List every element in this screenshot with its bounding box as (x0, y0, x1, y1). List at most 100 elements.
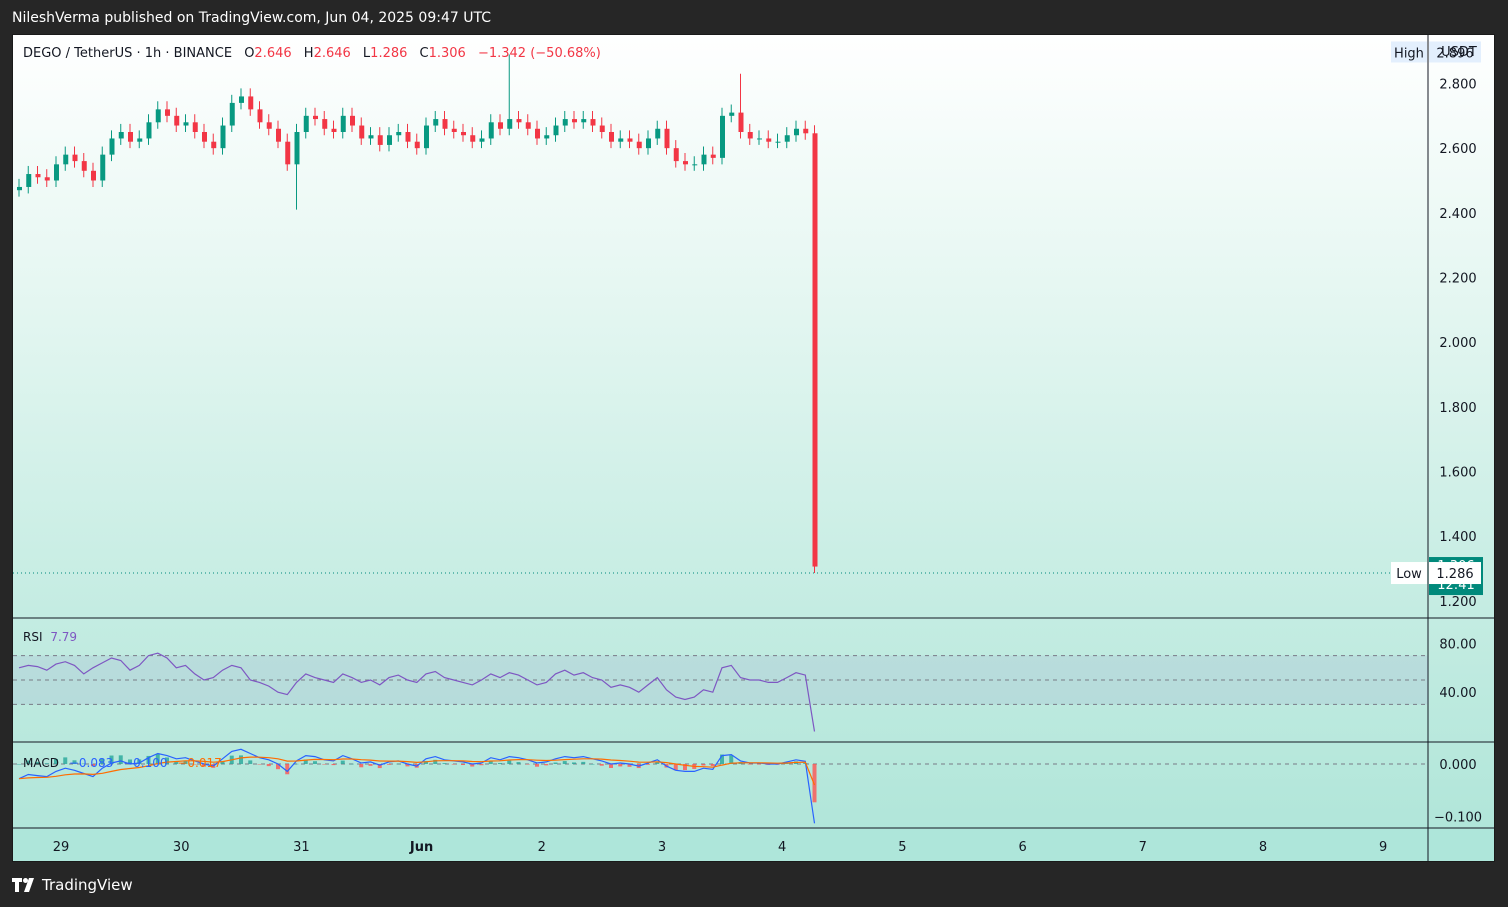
candle-body (729, 112, 735, 116)
candle-body (322, 119, 328, 129)
candle-body (535, 128, 540, 139)
candle-body (165, 109, 170, 116)
candle-body (618, 138, 624, 142)
close-value: 1.306 (428, 46, 466, 61)
price-tick-label: 2.800 (1439, 78, 1476, 93)
candle-body (803, 128, 809, 134)
candle-body (424, 125, 429, 149)
macd-histogram-bar (553, 762, 558, 764)
macd-histogram-bar (646, 764, 650, 765)
tradingview-logo-icon (12, 878, 36, 892)
candle-body (766, 138, 772, 142)
candle-body (433, 119, 439, 126)
candle-body (303, 115, 309, 132)
macd-histogram-bar (544, 764, 549, 766)
candle-body (738, 112, 744, 132)
low-value: 1.286 (370, 46, 408, 61)
candle-body (81, 161, 87, 171)
candle-body (701, 154, 707, 165)
candle-body (812, 133, 818, 567)
chart-container[interactable]: 2.800 2.600 2.400 2.200 2.000 1.800 1.600 1.400… (12, 34, 1495, 862)
low-tag-label: Low (1396, 567, 1422, 582)
candle-body (26, 174, 32, 187)
rsi-tick-label: 80.00 (1439, 637, 1476, 652)
price-tick-label: 2.000 (1439, 336, 1476, 351)
candle-body (146, 122, 152, 139)
candle-body (266, 122, 272, 129)
candle-body (609, 132, 614, 142)
candle-body (359, 125, 365, 139)
candle-body (100, 154, 106, 181)
macd-hist-value: −0.017 (177, 756, 222, 770)
candle-body (525, 122, 531, 129)
time-axis-label: 8 (1259, 840, 1267, 855)
candle-body (350, 115, 355, 126)
candle-body (220, 125, 226, 149)
rsi-label: RSI (23, 630, 43, 644)
time-axis-label: 7 (1139, 840, 1147, 855)
macd-histogram-bar (396, 763, 401, 765)
price-tick-label: 1.600 (1439, 466, 1476, 481)
macd-histogram-bar (359, 764, 364, 768)
macd-histogram-bar (451, 764, 456, 765)
candle-body (747, 132, 753, 139)
candle-body (710, 154, 716, 158)
candle-body (683, 161, 688, 165)
macd-histogram-bar (516, 762, 521, 764)
macd-histogram-bar (590, 763, 595, 765)
macd-histogram-bar (331, 764, 336, 766)
candle-body (211, 141, 217, 149)
candle-body (451, 128, 457, 132)
candle-body (313, 115, 318, 120)
low-value-label: 1.286 (1436, 567, 1473, 582)
candle-body (692, 164, 698, 166)
currency-unit-label[interactable]: USDT (1437, 45, 1481, 60)
price-tick-label: 2.200 (1439, 272, 1476, 287)
candle-body (655, 128, 661, 139)
time-axis-label: 6 (1018, 840, 1026, 855)
macd-histogram-bar (618, 764, 623, 767)
price-tick-label: 1.200 (1439, 595, 1476, 610)
macd-histogram-bar (442, 763, 447, 764)
macd-histogram-bar (701, 764, 706, 766)
time-axis-label: Jun (409, 840, 433, 855)
macd-histogram-bar (266, 764, 271, 767)
candle-body (63, 154, 69, 165)
chart-canvas[interactable]: 2.800 2.600 2.400 2.200 2.000 1.800 1.600 1.400… (13, 35, 1495, 862)
macd-histogram-bar (525, 764, 530, 765)
candle-body (128, 132, 133, 142)
publish-info: NileshVerma published on TradingView.com… (12, 10, 491, 26)
macd-histogram-bar (581, 761, 586, 764)
rsi-tick-label: 40.00 (1439, 686, 1476, 701)
candle-body (192, 122, 198, 132)
macd-histogram-bar (239, 755, 243, 764)
time-axis-label: 9 (1379, 840, 1387, 855)
price-tick-label: 2.400 (1439, 207, 1476, 222)
candle-body (516, 119, 522, 123)
candle-body (599, 125, 605, 132)
high-value: 2.646 (313, 46, 351, 61)
tradingview-brand[interactable]: TradingView (12, 876, 133, 894)
macd-histogram-bar (387, 764, 391, 765)
candle-body (479, 138, 485, 142)
time-axis-label: 2 (538, 840, 546, 855)
candle-body (664, 128, 670, 149)
candle-body (498, 122, 503, 129)
candle-body (784, 135, 790, 142)
time-axis-label: 29 (53, 840, 70, 855)
open-label: O (244, 46, 255, 61)
macd-histogram-bar (257, 764, 262, 765)
candle-body (174, 115, 180, 126)
candle-body (572, 119, 577, 123)
macd-histogram-bar (313, 761, 317, 764)
time-axis-label: 5 (898, 840, 906, 855)
candle-body (35, 174, 41, 178)
candle-body (368, 135, 374, 139)
macd-histogram-bar (498, 763, 502, 764)
time-axis-label: 4 (778, 840, 786, 855)
macd-histogram-bar (599, 764, 604, 766)
candle-body (72, 154, 78, 162)
close-label: C (419, 46, 429, 61)
candle-body (627, 138, 633, 142)
symbol-name[interactable]: DEGO / TetherUS · 1h · BINANCE (23, 46, 232, 61)
